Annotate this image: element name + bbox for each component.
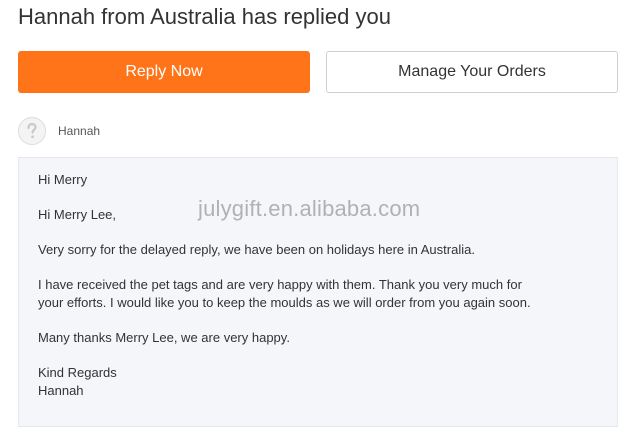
page-title: Hannah from Australia has replied you: [18, 4, 391, 29]
message-greeting: Hi Merry: [38, 172, 88, 187]
reply-now-button[interactable]: Reply Now: [18, 51, 310, 93]
message-closing: Kind Regards: [38, 365, 117, 380]
message-line: your efforts. I would like you to keep t…: [38, 295, 531, 310]
message-signoff: Kind Regards Hannah: [38, 364, 617, 400]
manage-orders-button[interactable]: Manage Your Orders: [326, 51, 618, 93]
watermark: julygift.en.alibaba.com: [198, 196, 421, 221]
message-paragraph: Very sorry for the delayed reply, we hav…: [38, 242, 475, 257]
user-placeholder-icon: [18, 117, 46, 145]
sender-name: Hannah: [58, 124, 101, 138]
message-line: I have received the pet tags and are ver…: [38, 277, 522, 292]
message-signature: Hannah: [38, 383, 84, 398]
sender-row: Hannah: [18, 116, 100, 146]
message-paragraph: Many thanks Merry Lee, we are very happy…: [38, 330, 290, 345]
message-paragraph: I have received the pet tags and are ver…: [38, 276, 617, 312]
